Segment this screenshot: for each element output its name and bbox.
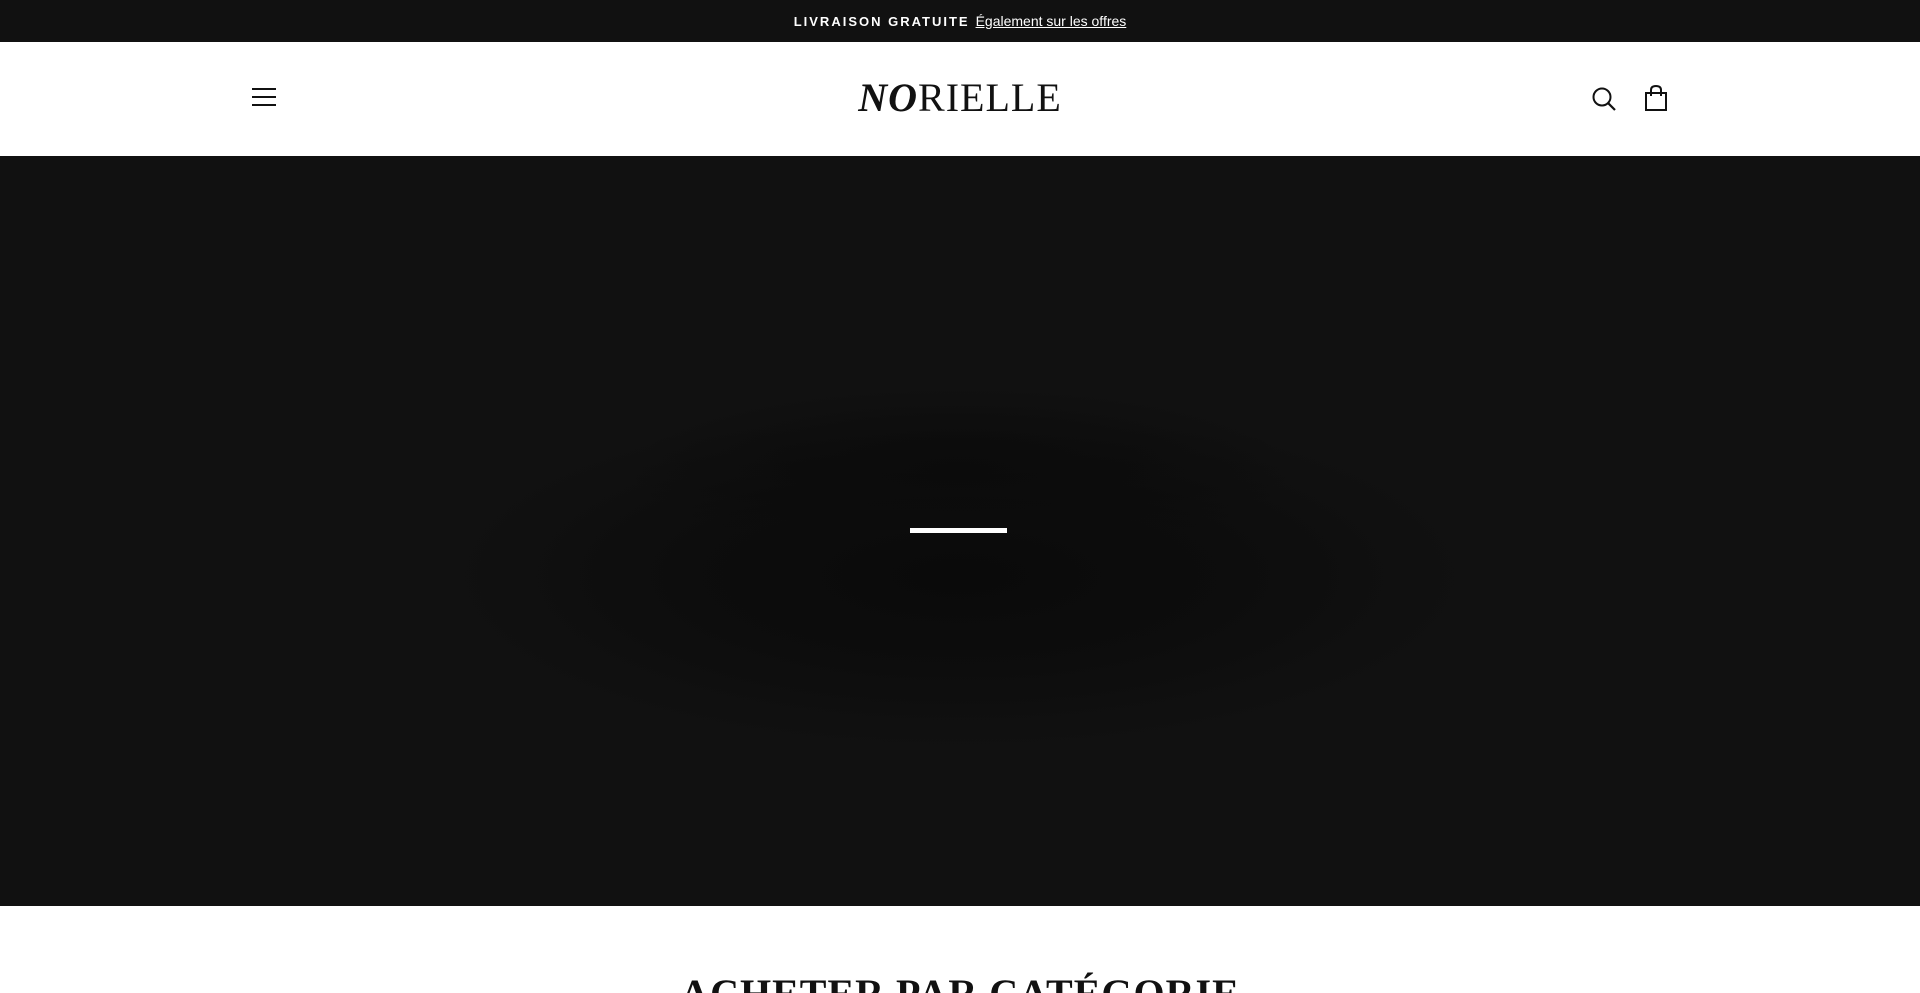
announcement-link[interactable]: Également sur les offres bbox=[976, 13, 1127, 29]
announcement-bold-text: LIVRAISON GRATUITE bbox=[793, 13, 970, 29]
announcement-bar: LIVRAISON GRATUITE Également sur les off… bbox=[0, 0, 1920, 42]
search-icon bbox=[1592, 87, 1616, 111]
section-title: ACHETER PAR CATÉGORIE bbox=[0, 972, 1920, 993]
shopping-bag-icon bbox=[1645, 84, 1667, 111]
hero-loading-bar bbox=[910, 528, 1007, 533]
logo-main-part: RIELLE bbox=[918, 75, 1062, 120]
logo-italic-part: NO bbox=[858, 75, 919, 120]
cart-button[interactable] bbox=[1643, 84, 1669, 112]
search-button[interactable] bbox=[1590, 85, 1618, 113]
site-header: NORIELLE bbox=[0, 42, 1920, 156]
site-logo[interactable]: NORIELLE bbox=[0, 76, 1920, 120]
hero-banner[interactable] bbox=[0, 156, 1920, 906]
